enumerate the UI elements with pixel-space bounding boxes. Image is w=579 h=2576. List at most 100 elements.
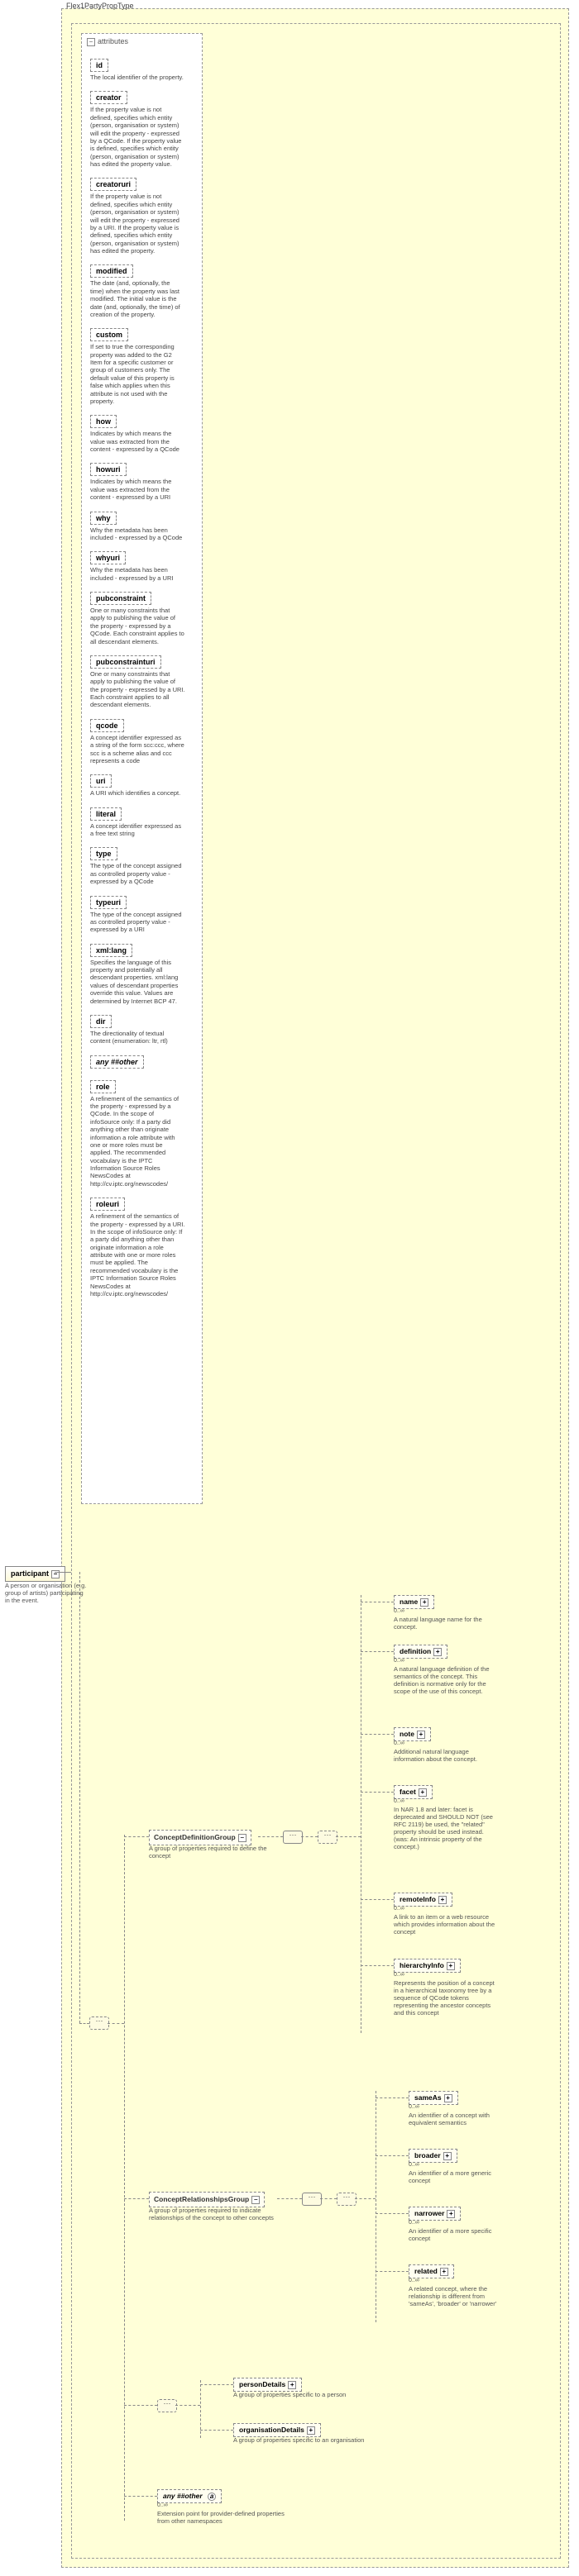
group-crg-desc: A group of properties required to indica… (149, 2207, 281, 2221)
expand-icon[interactable]: + (419, 1788, 427, 1797)
elem-facet-desc: In NAR 1.8 and later: facet is deprecate… (394, 1806, 497, 1850)
attr-id: id The local identifier of the property. (90, 57, 194, 81)
expand-icon[interactable]: + (288, 2381, 296, 2389)
multiplicity: 0..∞ (409, 2162, 419, 2168)
elem-note-desc: Additional natural language information … (394, 1748, 497, 1763)
elem-orgdetails[interactable]: organisationDetails+ (233, 2423, 321, 2437)
connector (361, 1734, 394, 1735)
multiplicity: 0..∞ (394, 1608, 404, 1614)
attr-any: any ##other (90, 1054, 194, 1070)
elem-sameas-desc: An identifier of a concept with equivale… (409, 2112, 512, 2126)
multiplicity: 0..∞ (394, 1740, 404, 1746)
attributes-label: attributes (98, 37, 128, 45)
expand-icon[interactable]: + (438, 1896, 447, 1904)
elem-any-other[interactable]: any ##other a (157, 2489, 222, 2503)
expand-icon[interactable]: + (447, 2210, 455, 2218)
sequence-crg-opt[interactable] (337, 2193, 356, 2206)
elem-definition-desc: A natural language definition of the sem… (394, 1665, 497, 1695)
elem-broader-desc: An identifier of a more generic concept (409, 2169, 512, 2184)
connector (124, 1836, 149, 1837)
elem-sameas[interactable]: sameAs+ (409, 2091, 458, 2105)
elem-note[interactable]: note+ (394, 1727, 431, 1741)
attr-how: how Indicates by which means the value w… (90, 413, 194, 453)
elem-broader[interactable]: broader+ (409, 2149, 457, 2163)
elem-related-desc: A related concept, where the relationshi… (409, 2285, 512, 2307)
attr-xmllang: xml:lang Specifies the language of this … (90, 942, 194, 1005)
multiplicity: 0..∞ (394, 1798, 404, 1804)
group-crg[interactable]: ConceptRelationshipsGroup− (149, 2192, 265, 2207)
elem-remoteinfo[interactable]: remoteInfo+ (394, 1893, 452, 1907)
expand-icon[interactable]: + (443, 2152, 452, 2160)
expand-icon[interactable]: + (307, 2426, 315, 2435)
connector (361, 1792, 394, 1793)
expand-icon[interactable]: + (444, 2094, 452, 2102)
expand-icon[interactable]: + (420, 1598, 428, 1607)
sequence-cdg[interactable] (283, 1831, 303, 1844)
attr-role: role A refinement of the semantics of th… (90, 1078, 194, 1188)
connector (79, 1572, 80, 2023)
elem-orgdetails-desc: A group of properties specific to an org… (233, 2436, 366, 2444)
elem-any-other-desc: Extension point for provider-defined pro… (157, 2510, 298, 2525)
connector (376, 2097, 409, 2098)
connector (336, 1836, 361, 1837)
elem-related[interactable]: related+ (409, 2264, 454, 2278)
connector (200, 2384, 233, 2385)
attributes-box: −attributes id The local identifier of t… (81, 33, 203, 1504)
attr-pubconstraint: pubconstraint One or many constraints th… (90, 590, 194, 645)
expand-icon[interactable]: − (238, 1834, 246, 1842)
expand-icon[interactable]: + (417, 1731, 425, 1739)
elem-narrower-desc: An identifier of a more specific concept (409, 2227, 512, 2242)
element-participant-desc: A person or organisation (e.g. group of … (5, 1582, 88, 1604)
attr-qcode: qcode A concept identifier expressed as … (90, 717, 194, 765)
connector (258, 1836, 283, 1837)
connector (301, 1836, 318, 1837)
connector (175, 2405, 200, 2406)
group-cdg-desc: A group of properties required to define… (149, 1845, 273, 1859)
multiplicity: 0..∞ (409, 2278, 419, 2283)
elem-persondetails[interactable]: personDetails+ (233, 2378, 302, 2392)
multiplicity: 0..∞ (394, 1972, 404, 1978)
elem-hierarchyinfo[interactable]: hierarchyInfo+ (394, 1959, 461, 1973)
choice-details[interactable] (157, 2399, 177, 2412)
connector (361, 1899, 394, 1900)
elem-remoteinfo-desc: A link to an item or a web resource whic… (394, 1913, 497, 1936)
connector (376, 2155, 409, 2156)
multiplicity: 0..∞ (394, 1658, 404, 1664)
attr-custom: custom If set to true the corresponding … (90, 326, 194, 405)
connector (361, 1965, 394, 1966)
attr-uri: uri A URI which identifies a concept. (90, 773, 194, 797)
connector (124, 2198, 149, 2199)
elem-facet[interactable]: facet+ (394, 1785, 433, 1799)
attr-whyuri: whyuri Why the metadata has been include… (90, 550, 194, 582)
expand-icon[interactable]: + (447, 1962, 455, 1970)
expand-icon[interactable]: + (440, 2268, 448, 2276)
attributes-toggle[interactable]: − (87, 38, 95, 46)
connector (124, 2405, 157, 2406)
attr-howuri: howuri Indicates by which means the valu… (90, 461, 194, 501)
attr-pubconstrainturi: pubconstrainturi One or many constraints… (90, 654, 194, 709)
multiplicity: 0..∞ (394, 1906, 404, 1912)
connector (79, 2023, 89, 2024)
sequence-crg[interactable] (302, 2193, 322, 2206)
connector (124, 2496, 157, 2497)
attr-dir: dir The directionality of textual conten… (90, 1013, 194, 1045)
connector (55, 1572, 71, 1573)
elem-definition[interactable]: definition+ (394, 1645, 447, 1659)
expand-icon[interactable]: − (251, 2196, 260, 2204)
multiplicity: 0..∞ (409, 2220, 419, 2226)
connector (376, 2213, 409, 2214)
elem-name[interactable]: name+ (394, 1595, 434, 1609)
attr-typeuri: typeuri The type of the concept assigned… (90, 894, 194, 934)
expand-icon[interactable]: + (433, 1648, 442, 1656)
connector (124, 1835, 125, 2521)
element-participant[interactable]: participant− (5, 1566, 65, 1582)
elem-narrower[interactable]: narrower+ (409, 2207, 461, 2221)
connector (200, 2430, 233, 2431)
attr-roleuri: roleuri A refinement of the semantics of… (90, 1196, 194, 1298)
sequence-cdg-opt[interactable] (318, 1831, 337, 1844)
connector (376, 2271, 409, 2272)
attr-modified: modified The date (and, optionally, the … (90, 263, 194, 318)
sequence-main[interactable] (89, 2017, 109, 2030)
group-cdg[interactable]: ConceptDefinitionGroup− (149, 1830, 251, 1845)
elem-name-desc: A natural language name for the concept. (394, 1616, 497, 1631)
